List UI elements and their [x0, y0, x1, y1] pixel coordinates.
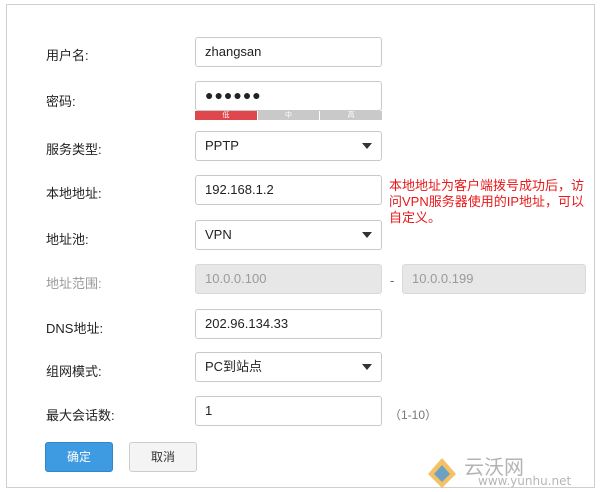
address-pool-value: VPN [205, 227, 232, 242]
max-sessions-range-hint: （1-10） [389, 408, 438, 422]
local-address-annotation: 本地地址为客户端拨号成功后，访问VPN服务器使用的IP地址，可以自定义。 [389, 178, 585, 225]
strength-mid: 中 [257, 111, 320, 120]
max-sessions-value: 1 [205, 403, 213, 418]
address-range-start-value: 10.0.0.100 [205, 271, 267, 286]
service-type-value: PPTP [205, 138, 239, 153]
password-strength-meter: 低 中 高 [195, 111, 383, 120]
chevron-down-icon [362, 232, 372, 238]
password-input[interactable]: ●●●●●● [195, 81, 382, 111]
network-mode-select[interactable]: PC到站点 [195, 352, 382, 382]
local-address-value: 192.168.1.2 [205, 182, 274, 197]
password-label: 密码: [46, 94, 76, 109]
dns-address-label: DNS地址: [46, 321, 104, 336]
password-value: ●●●●●● [205, 87, 262, 103]
network-mode-label: 组网模式: [46, 364, 102, 379]
service-type-label: 服务类型: [46, 142, 102, 157]
cancel-button[interactable]: 取消 [129, 442, 197, 472]
local-address-input[interactable]: 192.168.1.2 [195, 175, 382, 205]
address-pool-select[interactable]: VPN [195, 220, 382, 250]
vpn-settings-panel: 用户名: zhangsan 密码: ●●●●●● 低 中 高 服务类型: PPT… [6, 4, 595, 488]
address-range-end-input: 10.0.0.199 [402, 264, 586, 294]
username-value: zhangsan [205, 44, 262, 59]
chevron-down-icon [362, 364, 372, 370]
strength-low: 低 [195, 111, 257, 120]
strength-high: 高 [320, 111, 383, 120]
address-range-start-input: 10.0.0.100 [195, 264, 382, 294]
service-type-select[interactable]: PPTP [195, 131, 382, 161]
address-range-label: 地址范围: [46, 276, 102, 291]
username-input[interactable]: zhangsan [195, 37, 382, 67]
max-sessions-label: 最大会话数: [46, 408, 115, 423]
chevron-down-icon [362, 143, 372, 149]
username-label: 用户名: [46, 48, 89, 63]
address-pool-label: 地址池: [46, 232, 89, 247]
local-address-label: 本地地址: [46, 186, 102, 201]
max-sessions-input[interactable]: 1 [195, 396, 382, 426]
address-range-separator: - [390, 273, 395, 288]
watermark-url: www.yunhu.net [478, 474, 572, 488]
confirm-button[interactable]: 确定 [45, 442, 113, 472]
network-mode-value: PC到站点 [205, 359, 263, 374]
dns-address-input[interactable]: 202.96.134.33 [195, 309, 382, 339]
address-range-end-value: 10.0.0.199 [412, 271, 474, 286]
dns-address-value: 202.96.134.33 [205, 316, 289, 331]
